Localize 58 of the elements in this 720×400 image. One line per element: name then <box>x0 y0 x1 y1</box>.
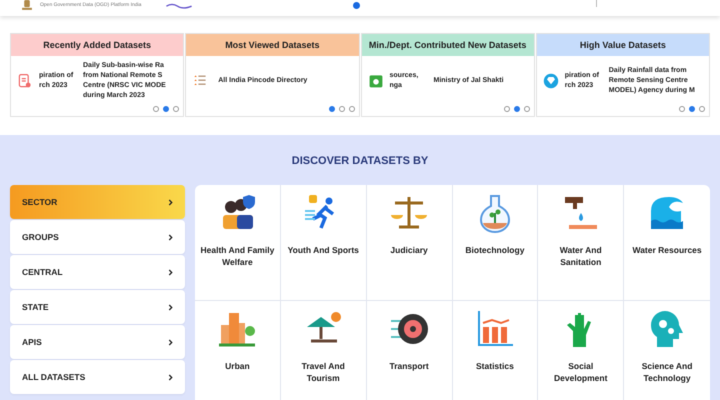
sector-label: Judiciary <box>389 245 429 257</box>
document-icon <box>17 73 33 89</box>
carousel-dot[interactable] <box>689 106 695 112</box>
chevron-icon <box>168 338 173 346</box>
category-tab[interactable]: SECTOR <box>10 185 185 219</box>
sector-tile[interactable]: Social Development <box>538 301 624 400</box>
sector-tile[interactable]: Statistics <box>452 301 538 400</box>
category-tab[interactable]: GROUPS <box>10 220 185 254</box>
category-tab[interactable]: STATE <box>10 290 185 324</box>
sector-label: Water And Sanitation <box>558 245 603 269</box>
chevron-icon <box>168 268 173 276</box>
sector-label: Social Development <box>553 361 608 385</box>
carousel-dot[interactable] <box>328 106 334 112</box>
chevron-icon <box>168 234 173 240</box>
sector-tile[interactable]: Urban <box>195 301 281 400</box>
carousel-dot[interactable] <box>173 106 180 112</box>
logo-icon <box>165 2 194 8</box>
carousel-dot[interactable] <box>348 106 354 112</box>
sector-label: Statistics <box>475 361 515 373</box>
carousel-dot[interactable] <box>679 106 685 112</box>
sector-label: Water Resources <box>632 245 703 257</box>
card-title[interactable]: Most Viewed Datasets <box>186 34 358 56</box>
sector-tile[interactable]: Water And Sanitation <box>538 185 624 301</box>
carousel-dot[interactable] <box>338 106 344 112</box>
sector-tile[interactable]: Water Resources <box>624 185 710 301</box>
carousel-dot[interactable] <box>353 2 360 9</box>
emblem-icon <box>20 0 34 11</box>
camera-icon <box>368 73 384 89</box>
sector-label: Biotechnology <box>464 245 526 257</box>
carousel-dot[interactable] <box>699 106 705 112</box>
card-title[interactable]: Min./Dept. Contributed New Datasets <box>362 34 534 56</box>
sector-label: Transport <box>388 361 430 373</box>
sector-label: Travel And Tourism <box>300 361 346 385</box>
carousel-dot[interactable] <box>153 106 160 112</box>
carousel-dot[interactable] <box>514 106 520 112</box>
sector-tile[interactable]: Transport <box>366 301 452 400</box>
sector-tile[interactable]: Youth And Sports <box>280 185 367 301</box>
chevron-icon <box>168 304 173 310</box>
carousel-dot[interactable] <box>524 106 530 112</box>
carousel-dot[interactable] <box>163 106 170 112</box>
sector-label: Health And Family Welfare <box>199 245 276 269</box>
sector-label: Science And Technology <box>640 361 694 385</box>
sector-tile[interactable]: Travel And Tourism <box>280 301 367 400</box>
card-title[interactable]: Recently Added Datasets <box>11 34 184 56</box>
chevron-icon <box>168 198 173 206</box>
carousel-dot[interactable] <box>504 106 510 112</box>
sector-tile[interactable]: Judiciary <box>366 185 452 301</box>
category-tab[interactable]: APIS <box>10 325 185 359</box>
sector-tile[interactable]: Health And Family Welfare <box>195 185 281 301</box>
section-title: DISCOVER DATASETS BY <box>290 155 430 167</box>
sector-label: Urban <box>224 361 251 373</box>
chevron-icon <box>168 374 173 380</box>
sector-tile[interactable]: Biotechnology <box>452 185 538 301</box>
card-title[interactable]: High Value Datasets <box>536 34 709 56</box>
category-tab[interactable]: CENTRAL <box>10 255 185 289</box>
category-tab[interactable]: ALL DATASETS <box>10 360 185 394</box>
sector-label: Youth And Sports <box>286 245 360 257</box>
sector-tile[interactable]: Science And Technology <box>624 301 710 400</box>
